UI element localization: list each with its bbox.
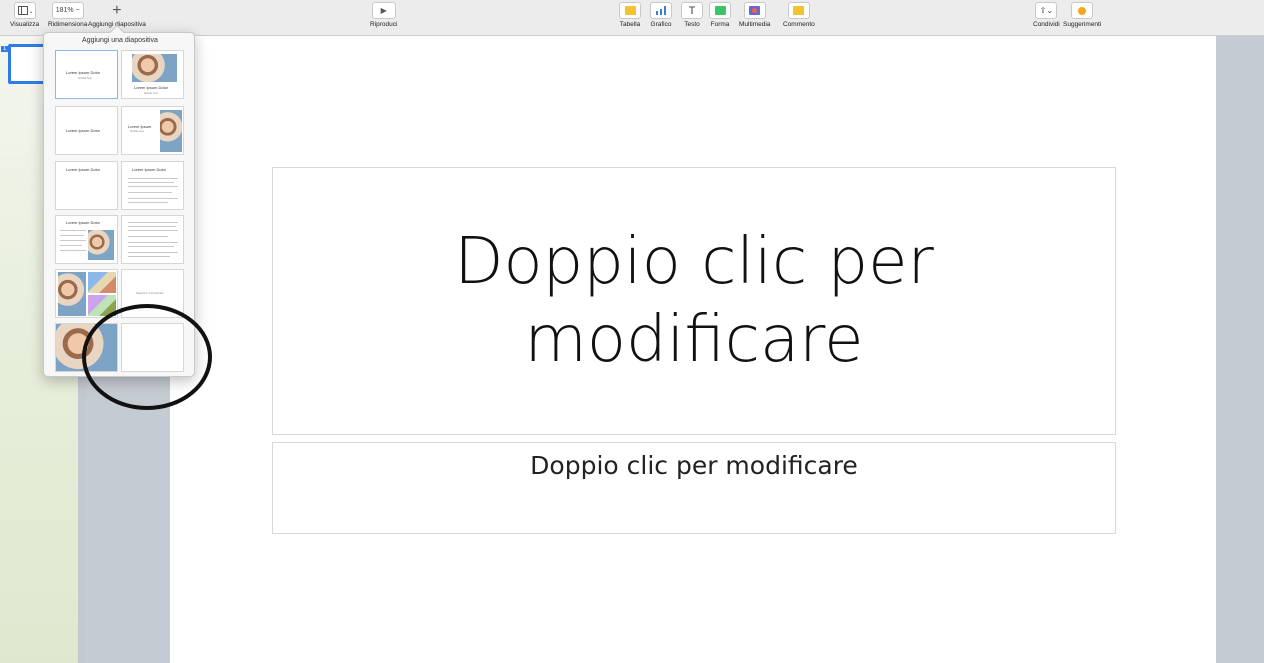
plus-icon: + [112, 1, 122, 19]
insert-media-button[interactable]: Multimedia [739, 2, 770, 28]
layout-title-photo-right[interactable]: Lorem Ipsum Subtitle here [121, 106, 184, 155]
bullet-line [128, 178, 178, 179]
layout-photo [56, 324, 117, 371]
layout-subtitle-text: Subtitle here [130, 130, 145, 133]
layout-photo [88, 295, 116, 316]
shape-icon [709, 2, 731, 19]
insert-text-button[interactable]: T Testo [681, 2, 703, 28]
popover-title: Aggiungi una diapositiva [82, 37, 158, 44]
insert-table-button[interactable]: Tabella [619, 2, 641, 28]
layout-subtitle-text: Subtitle here [78, 77, 93, 80]
table-label: Tabella [619, 21, 641, 28]
bullet-line [128, 222, 178, 223]
layout-statement-text: Statement or introduction [136, 292, 164, 295]
layout-title-text: Lorem Ipsum Dolor [66, 70, 101, 75]
layout-title-bullets-photo[interactable]: Lorem Ipsum Dolor [55, 215, 118, 264]
zoom-label: Ridimensiona [48, 21, 88, 28]
comment-label: Commento [783, 21, 815, 28]
bullet-line [60, 230, 86, 231]
bullet-line [128, 202, 168, 203]
play-icon: ▶ [371, 2, 396, 19]
sidebar-icon: ⌄ [13, 2, 36, 19]
bullet-line [60, 240, 86, 241]
layout-photo [88, 272, 116, 293]
bullet-line [128, 198, 178, 199]
media-label: Multimedia [739, 21, 771, 28]
layout-bullets[interactable] [121, 215, 184, 264]
text-label: Testo [684, 21, 700, 28]
share-button[interactable]: ⇧⌄ Condividi [1033, 2, 1060, 28]
tips-label: Suggerimenti [1063, 21, 1102, 28]
layout-title-text: Lorem Ipsum Dolor [132, 167, 167, 172]
text-icon: T [681, 2, 703, 19]
layout-title[interactable]: Lorem Ipsum Dolor Subtitle here [55, 50, 118, 99]
zoom-menu[interactable]: 181% ~ Ridimensiona [48, 2, 87, 28]
bullet-line [60, 250, 86, 251]
bullet-line [128, 182, 174, 183]
layout-title-top[interactable]: Lorem Ipsum Dolor [55, 161, 118, 210]
bullet-line [128, 242, 178, 243]
layout-title-photo[interactable]: Lorem Ipsum Dolor Subtitle here [121, 50, 184, 99]
canvas-background-right [1216, 36, 1264, 663]
layout-photo [132, 54, 177, 82]
view-menu[interactable]: ⌄ Visualizza [10, 2, 39, 28]
slide-canvas: Doppio clic per modificare Doppio clic p… [170, 36, 1216, 663]
insert-shape-button[interactable]: Forma [709, 2, 731, 28]
layout-photo-grid[interactable] [55, 269, 118, 318]
layout-photo [88, 230, 114, 260]
layout-blank[interactable] [121, 323, 184, 372]
chart-icon [650, 2, 672, 19]
bullet-line [128, 256, 170, 257]
bullet-line [128, 252, 178, 253]
bullet-line [60, 245, 82, 246]
bullet-line [128, 230, 178, 231]
bullet-line [128, 246, 174, 247]
layout-photo [58, 272, 86, 316]
layout-title-text: Lorem Ipsum Dolor [66, 167, 101, 172]
bullet-line [128, 192, 172, 193]
layout-title-text: Lorem Ipsum Dolor [134, 85, 169, 90]
zoom-value: 181% ~ [51, 2, 84, 19]
chart-label: Grafico [650, 21, 672, 28]
layout-title-text: Lorem Ipsum Dolor [66, 220, 101, 225]
layout-title-bullets[interactable]: Lorem Ipsum Dolor [121, 161, 184, 210]
layout-title-text: Lorem Ipsum Dolor [66, 128, 101, 133]
slide-subtitle: Doppio clic per modificare [530, 451, 858, 480]
bullet-line [60, 235, 84, 236]
comment-icon [787, 2, 810, 19]
layout-title-only[interactable]: Lorem Ipsum Dolor [55, 106, 118, 155]
svg-text:⌄: ⌄ [28, 9, 32, 15]
lightbulb-icon [1071, 2, 1094, 19]
layout-photo [160, 110, 182, 152]
play-button[interactable]: ▶ Riproduci [370, 2, 397, 28]
insert-chart-button[interactable]: Grafico [650, 2, 672, 28]
tips-button[interactable]: Suggerimenti [1063, 2, 1101, 28]
table-icon [619, 2, 641, 19]
insert-comment-button[interactable]: Commento [783, 2, 815, 28]
view-label: Visualizza [10, 21, 40, 28]
layout-title-text: Lorem Ipsum [128, 124, 152, 129]
bullet-line [128, 236, 168, 237]
shape-label: Forma [710, 21, 730, 28]
share-icon: ⇧⌄ [1035, 2, 1058, 19]
layout-statement[interactable]: Statement or introduction [121, 269, 184, 318]
subtitle-placeholder[interactable]: Doppio clic per modificare [272, 442, 1116, 534]
slide-title: Doppio clic per modificare [454, 225, 934, 377]
media-icon [743, 2, 766, 19]
play-label: Riproduci [370, 21, 398, 28]
slide-number: 1 [1, 46, 9, 52]
bullet-line [128, 226, 176, 227]
toolbar: ⌄ Visualizza 181% ~ Ridimensiona + Aggiu… [0, 0, 1264, 36]
title-placeholder[interactable]: Doppio clic per modificare [272, 167, 1116, 435]
share-label: Condividi [1033, 21, 1060, 28]
add-slide-popover: Aggiungi una diapositiva Lorem Ipsum Dol… [43, 24, 195, 377]
bullet-line [128, 186, 178, 187]
layout-photo-full[interactable] [55, 323, 118, 372]
layout-subtitle-text: Subtitle here [144, 92, 159, 95]
